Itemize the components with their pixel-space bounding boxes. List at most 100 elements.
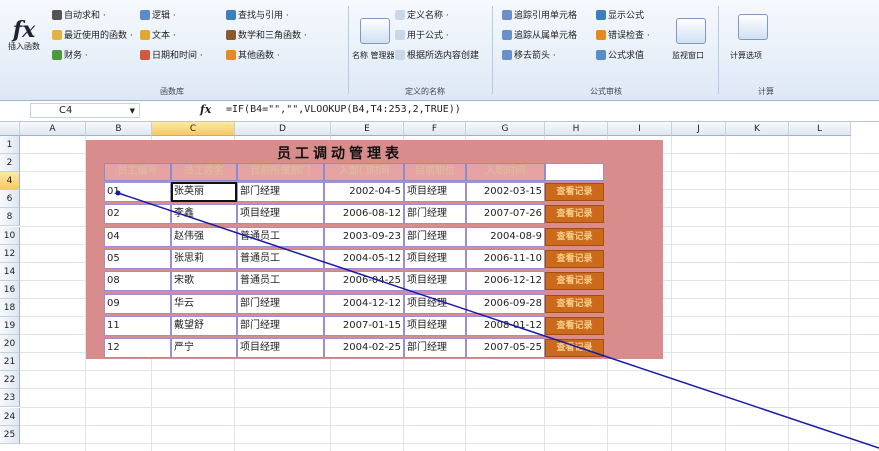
row-header-22[interactable]: 22: [0, 371, 20, 390]
evaluate-formula-button[interactable]: 公式求值: [596, 48, 644, 61]
recent-functions-button[interactable]: 最近使用的函数 ·: [52, 28, 133, 41]
row-header-23[interactable]: 23: [0, 389, 20, 408]
table-cell-pos[interactable]: 项目经理: [404, 248, 466, 269]
table-cell-date[interactable]: 2006-08-12: [324, 204, 404, 225]
column-header-k[interactable]: K: [726, 122, 789, 136]
math-button[interactable]: 数学和三角函数 ·: [226, 28, 307, 41]
view-record-button[interactable]: 查看记录: [545, 249, 604, 268]
table-cell-dept[interactable]: 项目经理: [237, 338, 324, 359]
table-cell-date[interactable]: 2002-04-5: [324, 182, 404, 202]
table-cell-hire[interactable]: 2006-09-28: [466, 293, 545, 314]
row-header-19[interactable]: 19: [0, 317, 20, 336]
table-cell-pos[interactable]: 项目经理: [404, 271, 466, 292]
column-header-f[interactable]: F: [404, 122, 466, 136]
table-cell-date[interactable]: 2007-01-15: [324, 315, 404, 336]
row-header-4[interactable]: 4: [0, 172, 20, 191]
watch-window-button[interactable]: 监视窗口: [672, 50, 704, 61]
row-header-20[interactable]: 20: [0, 335, 20, 354]
name-manager-button[interactable]: 名称 管理器: [352, 50, 395, 61]
view-record-button[interactable]: 查看记录: [545, 316, 604, 335]
row-header-25[interactable]: 25: [0, 425, 20, 444]
row-header-16[interactable]: 16: [0, 280, 20, 299]
table-cell-name[interactable]: 戴望舒: [171, 315, 237, 336]
table-cell-date[interactable]: 2003-09-23: [324, 226, 404, 247]
row-header-24[interactable]: 24: [0, 407, 20, 426]
table-cell-pos[interactable]: 部门经理: [404, 338, 466, 359]
table-cell-pos[interactable]: 项目经理: [404, 293, 466, 314]
table-cell-dept[interactable]: 普通员工: [237, 248, 324, 269]
table-cell-hire[interactable]: 2006-12-12: [466, 271, 545, 292]
table-cell-id[interactable]: 01: [104, 182, 171, 202]
view-record-button[interactable]: 查看记录: [545, 205, 604, 224]
logical-button[interactable]: 逻辑 ·: [140, 8, 176, 21]
table-cell-name[interactable]: 华云: [171, 293, 237, 314]
row-header-21[interactable]: 21: [0, 353, 20, 372]
name-box[interactable]: C4 ▼: [30, 103, 140, 118]
table-cell-name[interactable]: 赵伟强: [171, 226, 237, 247]
create-from-selection-button[interactable]: 根据所选内容创建: [395, 48, 479, 61]
table-cell-pos[interactable]: 部门经理: [404, 204, 466, 225]
column-header-a[interactable]: A: [20, 122, 86, 136]
table-cell-id[interactable]: 12: [104, 338, 171, 359]
table-cell-pos[interactable]: 部门经理: [404, 226, 466, 247]
table-cell-name[interactable]: 张英丽: [171, 182, 237, 202]
table-cell-hire[interactable]: 2006-11-10: [466, 248, 545, 269]
table-cell-hire[interactable]: 2004-08-9: [466, 226, 545, 247]
table-cell-id[interactable]: 09: [104, 293, 171, 314]
table-cell-dept[interactable]: 部门经理: [237, 182, 324, 202]
remove-arrows-button[interactable]: 移去箭头 ·: [502, 48, 556, 61]
table-cell-id[interactable]: 04: [104, 226, 171, 247]
formula-input[interactable]: =IF(B4="","",VLOOKUP(B4,T4:253,2,TRUE)): [226, 104, 461, 115]
table-cell-hire[interactable]: 2002-03-15: [466, 182, 545, 202]
column-header-c[interactable]: C: [152, 122, 235, 136]
table-cell-id[interactable]: 02: [104, 204, 171, 225]
table-cell-id[interactable]: 11: [104, 315, 171, 336]
trace-precedents-button[interactable]: 追踪引用单元格: [502, 8, 577, 21]
row-header-12[interactable]: 12: [0, 244, 20, 263]
column-header-g[interactable]: G: [466, 122, 545, 136]
more-functions-button[interactable]: 其他函数 ·: [226, 48, 280, 61]
view-record-button[interactable]: 查看记录: [545, 272, 604, 291]
table-cell-dept[interactable]: 项目经理: [237, 204, 324, 225]
table-cell-dept[interactable]: 部门经理: [237, 293, 324, 314]
table-cell-name[interactable]: 宋歌: [171, 271, 237, 292]
table-cell-name[interactable]: 张思莉: [171, 248, 237, 269]
column-header-i[interactable]: I: [608, 122, 672, 136]
row-header-2[interactable]: 2: [0, 154, 20, 173]
table-cell-dept[interactable]: 部门经理: [237, 315, 324, 336]
view-record-button[interactable]: 查看记录: [545, 183, 604, 201]
insert-function-button[interactable]: fx 插入函数: [6, 18, 42, 52]
column-header-h[interactable]: H: [545, 122, 608, 136]
table-cell-hire[interactable]: 2008-01-12: [466, 315, 545, 336]
insert-function-fx-button[interactable]: fx: [200, 103, 211, 116]
table-cell-date[interactable]: 2004-12-12: [324, 293, 404, 314]
table-cell-date[interactable]: 2004-02-25: [324, 338, 404, 359]
use-in-formula-button[interactable]: 用于公式 ·: [395, 28, 449, 41]
table-cell-dept[interactable]: 普通员工: [237, 226, 324, 247]
row-header-14[interactable]: 14: [0, 262, 20, 281]
row-header-18[interactable]: 18: [0, 298, 20, 317]
column-header-d[interactable]: D: [235, 122, 331, 136]
autosum-button[interactable]: 自动求和 ·: [52, 8, 106, 21]
lookup-button[interactable]: 查找与引用 ·: [226, 8, 289, 21]
datetime-button[interactable]: 日期和时间 ·: [140, 48, 203, 61]
table-cell-date[interactable]: 2004-05-12: [324, 248, 404, 269]
view-record-button[interactable]: 查看记录: [545, 227, 604, 246]
table-cell-id[interactable]: 05: [104, 248, 171, 269]
view-record-button[interactable]: 查看记录: [545, 339, 604, 358]
trace-dependents-button[interactable]: 追踪从属单元格: [502, 28, 577, 41]
table-cell-id[interactable]: 08: [104, 271, 171, 292]
table-cell-name[interactable]: 李鑫: [171, 204, 237, 225]
show-formulas-button[interactable]: 显示公式: [596, 8, 644, 21]
table-cell-dept[interactable]: 普通员工: [237, 271, 324, 292]
table-cell-date[interactable]: 2006-04-25: [324, 271, 404, 292]
text-button[interactable]: 文本 ·: [140, 28, 176, 41]
column-header-j[interactable]: J: [672, 122, 726, 136]
table-cell-pos[interactable]: 项目经理: [404, 315, 466, 336]
financial-button[interactable]: 财务 ·: [52, 48, 88, 61]
row-header-1[interactable]: 1: [0, 136, 20, 155]
table-cell-pos[interactable]: 项目经理: [404, 182, 466, 202]
row-header-10[interactable]: 10: [0, 226, 20, 245]
view-record-button[interactable]: 查看记录: [545, 294, 604, 313]
error-check-button[interactable]: 错误检查 ·: [596, 28, 650, 41]
